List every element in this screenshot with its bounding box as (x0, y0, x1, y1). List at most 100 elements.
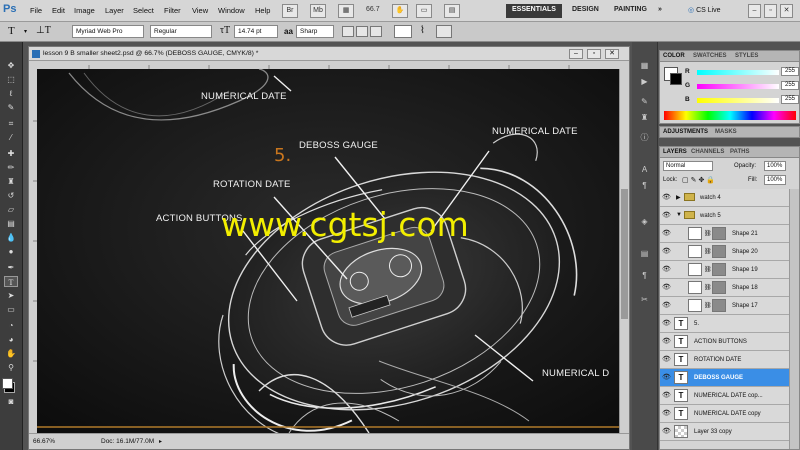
layer-row[interactable]: 👁 Layer 33 copy (660, 423, 799, 441)
character-panel-icon[interactable]: A (637, 164, 652, 176)
clone-stamp-tool-icon[interactable]: ♜ (4, 176, 18, 187)
lock-icons[interactable]: ▢✎✥🔒 (682, 176, 717, 184)
visibility-eye-icon[interactable]: 👁 (662, 248, 671, 255)
close-icon[interactable]: ✕ (780, 4, 793, 18)
layer-row[interactable]: 👁 ⛓ Shape 18 (660, 279, 799, 297)
dodge-tool-icon[interactable]: ● (4, 246, 18, 257)
tool-presets-icon[interactable]: ✂ (637, 294, 652, 306)
arrange-icon[interactable]: ▦ (338, 4, 354, 18)
font-size-field[interactable]: 14.74 pt (234, 25, 278, 38)
eraser-tool-icon[interactable]: ▱ (4, 204, 18, 215)
document-tab[interactable]: lesson 9 B smaller sheet2.psd @ 66.7% (D… (29, 47, 629, 61)
menu-help[interactable]: Help (255, 6, 270, 15)
zoom-readout[interactable]: 66.7 (366, 6, 380, 13)
align-center-icon[interactable] (356, 26, 368, 37)
bridge-icon[interactable]: Br (282, 4, 298, 18)
collapse-triangle-icon[interactable]: ▼ (676, 212, 682, 218)
visibility-eye-icon[interactable]: 👁 (662, 194, 671, 201)
menu-view[interactable]: View (192, 6, 208, 15)
anti-alias-select[interactable]: Sharp (296, 25, 334, 38)
quick-select-tool-icon[interactable]: ✎ (4, 102, 18, 113)
link-icon[interactable]: ⛓ (704, 302, 712, 309)
visibility-eye-icon[interactable]: 👁 (662, 320, 671, 327)
link-icon[interactable]: ⛓ (704, 230, 712, 237)
visibility-eye-icon[interactable]: 👁 (662, 356, 671, 363)
hand-view-icon[interactable]: ✋ (392, 4, 408, 18)
move-tool-icon[interactable]: ✥ (4, 60, 18, 71)
layers-scrollbar[interactable] (789, 189, 799, 449)
3d-orbit-tool-icon[interactable]: ◕ (4, 334, 18, 345)
tab-styles[interactable]: STYLES (735, 53, 758, 59)
history-brush-tool-icon[interactable]: ↺ (4, 190, 18, 201)
type-tool-icon[interactable]: T (8, 25, 15, 37)
pen-tool-icon[interactable]: ✒ (4, 262, 18, 273)
menu-window[interactable]: Window (218, 6, 245, 15)
foreground-color-swatch[interactable] (2, 378, 13, 389)
paragraph-styles-icon[interactable]: ¶ (637, 270, 652, 282)
tool-preset-chevron-icon[interactable]: ▾ (24, 28, 27, 35)
visibility-eye-icon[interactable]: 👁 (662, 338, 671, 345)
tab-layers[interactable]: LAYERS (663, 149, 687, 155)
doc-restore-icon[interactable]: ▫ (587, 49, 601, 59)
healing-brush-tool-icon[interactable]: ✚ (4, 148, 18, 159)
canvas[interactable]: NUMERICAL DATE DEBOSS GAUGE NUMERICAL DA… (29, 61, 629, 433)
3d-rotate-tool-icon[interactable]: ◔ (4, 320, 18, 331)
visibility-eye-icon[interactable]: 👁 (662, 428, 671, 435)
type-tool-icon[interactable]: T (4, 276, 18, 287)
layer-row[interactable]: 👁 ▶ watch 4 (660, 189, 799, 207)
cs-live-button[interactable]: ◎ CS Live (688, 6, 721, 14)
path-select-tool-icon[interactable]: ➤ (4, 290, 18, 301)
font-style-select[interactable]: Regular (150, 25, 212, 38)
brush-panel-icon[interactable]: ✎ (637, 96, 652, 108)
menu-layer[interactable]: Layer (105, 6, 124, 15)
visibility-eye-icon[interactable]: 👁 (662, 212, 671, 219)
visibility-eye-icon[interactable]: 👁 (662, 374, 671, 381)
workspace-more[interactable]: » (652, 4, 668, 18)
brush-tool-icon[interactable]: ✏ (4, 162, 18, 173)
character-panel-icon[interactable] (436, 25, 452, 38)
layer-row[interactable]: 👁 ▼ watch 5 (660, 207, 799, 225)
paragraph-panel-icon[interactable]: ¶ (637, 180, 652, 192)
layer-row[interactable]: 👁 ⛓ Shape 20 (660, 243, 799, 261)
opacity-field[interactable]: 100% (764, 161, 786, 171)
background-color-chip[interactable] (670, 73, 682, 85)
menu-image[interactable]: Image (74, 6, 95, 15)
actions-panel-icon[interactable]: ▶ (637, 76, 652, 88)
color-ramp[interactable] (664, 111, 796, 120)
align-right-icon[interactable] (370, 26, 382, 37)
tab-channels[interactable]: CHANNELS (691, 149, 724, 155)
gradient-tool-icon[interactable]: ▤ (4, 218, 18, 229)
link-icon[interactable]: ⛓ (704, 266, 712, 273)
visibility-eye-icon[interactable]: 👁 (662, 302, 671, 309)
align-left-icon[interactable] (342, 26, 354, 37)
hand-tool-icon[interactable]: ✋ (4, 348, 18, 359)
layer-row[interactable]: 👁 ⛓ Shape 17 (660, 297, 799, 315)
layer-row[interactable]: 👁 T NUMERICAL DATE cop... (660, 387, 799, 405)
menu-edit[interactable]: Edit (52, 6, 65, 15)
crop-tool-icon[interactable]: ⌗ (4, 118, 18, 129)
channel-r-value[interactable]: 255 (781, 67, 799, 76)
doc-minimize-icon[interactable]: – (569, 49, 583, 59)
quick-mask-icon[interactable]: ◙ (4, 396, 18, 407)
tab-swatches[interactable]: SWATCHES (693, 53, 727, 59)
layer-row[interactable]: 👁 T 5. (660, 315, 799, 333)
menu-file[interactable]: File (30, 6, 42, 15)
tab-masks[interactable]: MASKS (715, 129, 737, 135)
notes-panel-icon[interactable]: ▤ (637, 248, 652, 260)
blend-mode-select[interactable]: Normal (663, 161, 713, 171)
status-menu-chevron-icon[interactable]: ▸ (159, 438, 162, 445)
tab-adjustments[interactable]: ADJUSTMENTS (663, 129, 708, 135)
workspace-essentials[interactable]: ESSENTIALS (506, 4, 562, 18)
fill-field[interactable]: 100% (764, 175, 786, 185)
blur-tool-icon[interactable]: 💧 (4, 232, 18, 243)
link-icon[interactable]: ⛓ (704, 248, 712, 255)
clone-source-panel-icon[interactable]: ♜ (637, 112, 652, 124)
visibility-eye-icon[interactable]: 👁 (662, 392, 671, 399)
zoom-percent[interactable]: 66.67% (33, 438, 55, 445)
workspace-design[interactable]: DESIGN (566, 4, 605, 18)
tab-color[interactable]: COLOR (663, 53, 685, 59)
expand-triangle-icon[interactable]: ▶ (676, 194, 681, 201)
eyedropper-tool-icon[interactable]: ⁄ (4, 132, 18, 143)
scrollbar-thumb[interactable] (621, 189, 628, 319)
visibility-eye-icon[interactable]: 👁 (662, 230, 671, 237)
